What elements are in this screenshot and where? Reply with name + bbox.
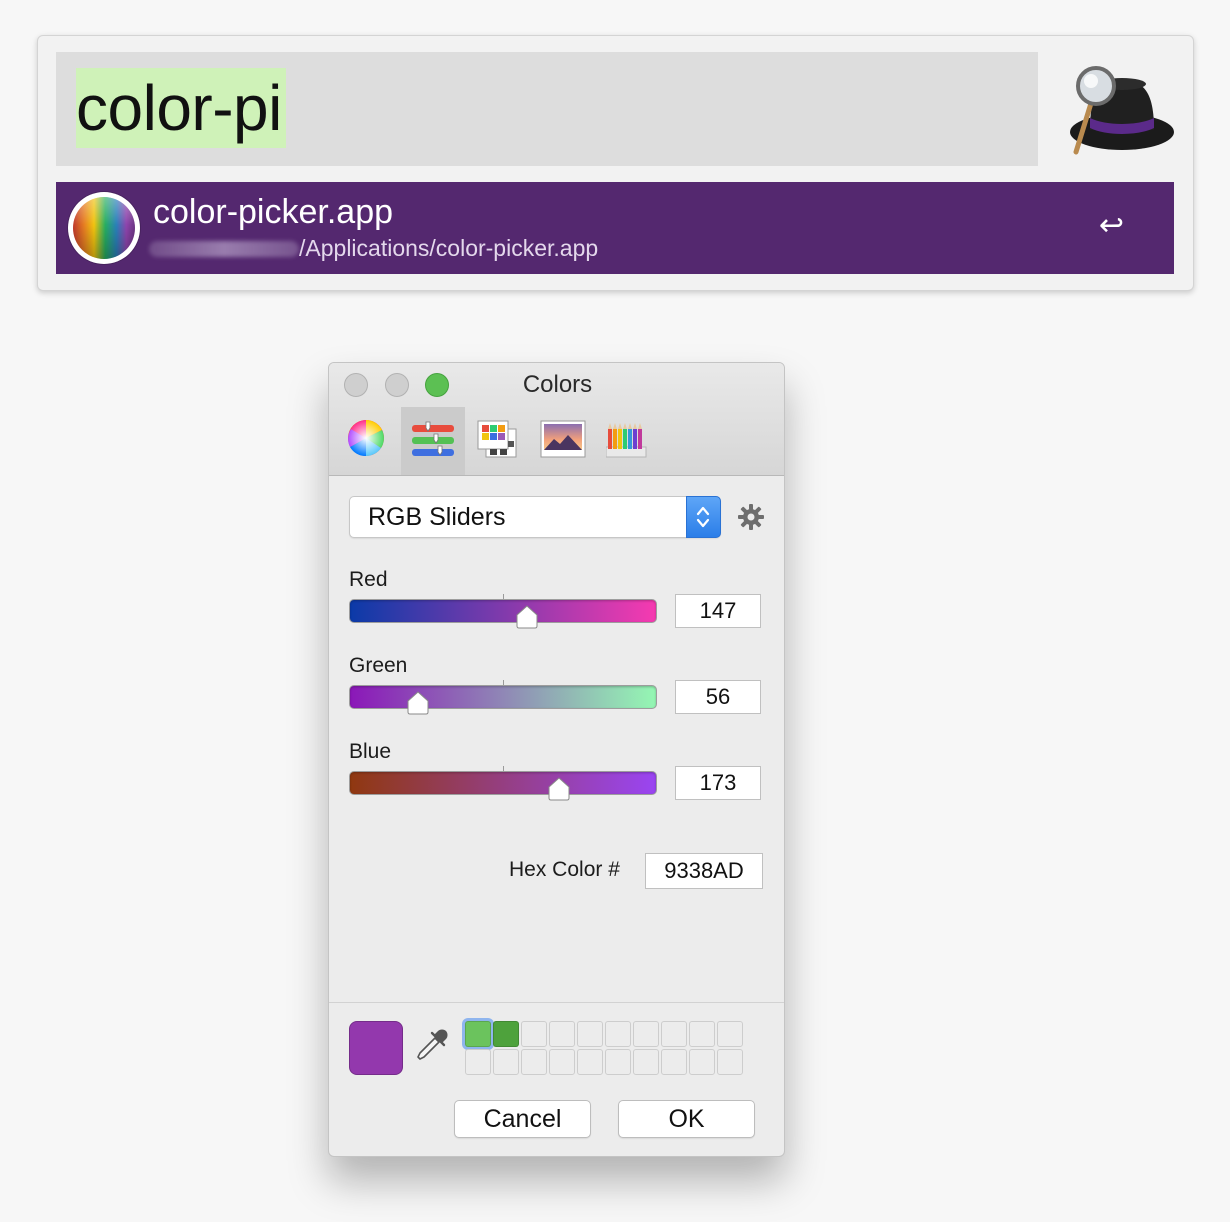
color-picker-app-icon (68, 192, 140, 264)
swatch-cell[interactable] (689, 1049, 715, 1075)
result-path: /Applications/color-picker.app (149, 234, 598, 262)
green-slider[interactable] (349, 680, 657, 715)
swatch-cell[interactable] (521, 1049, 547, 1075)
color-mode-popup[interactable]: RGB Sliders (349, 496, 721, 538)
tab-color-sliders[interactable] (401, 407, 465, 475)
blue-value-field[interactable]: 173 (675, 766, 761, 800)
swatch-cell[interactable] (577, 1021, 603, 1047)
blue-label: Blue (349, 740, 392, 763)
slider-knob[interactable] (514, 604, 540, 630)
hex-color-field[interactable]: 9338AD (645, 853, 763, 889)
swatch-cell[interactable] (493, 1021, 519, 1047)
redacted-path (149, 241, 299, 257)
swatch-cell[interactable] (633, 1021, 659, 1047)
color-wheel-icon (348, 420, 384, 457)
alfred-hat-logo-icon (1070, 66, 1174, 155)
result-path-text: /Applications/color-picker.app (299, 235, 599, 261)
hex-color-label: Hex Color # (509, 858, 620, 881)
window-title-text: Colors (522, 371, 593, 398)
swatch-cell[interactable] (465, 1021, 491, 1047)
window-title: Colors (329, 371, 784, 399)
slider-tick (503, 594, 504, 599)
swatch-cell[interactable] (465, 1049, 491, 1075)
eyedropper-icon[interactable] (416, 1027, 450, 1063)
title-bar: Colors (329, 363, 784, 476)
swatch-cell[interactable] (549, 1021, 575, 1047)
swatch-cell[interactable] (521, 1021, 547, 1047)
red-slider[interactable] (349, 594, 657, 629)
red-label: Red (349, 568, 388, 591)
swatch-cell[interactable] (661, 1049, 687, 1075)
swatch-cell[interactable] (661, 1021, 687, 1047)
slider-tick (503, 680, 504, 685)
tab-image-palettes[interactable] (529, 407, 593, 475)
swatch-cell[interactable] (605, 1049, 631, 1075)
search-field[interactable]: color-pi (56, 52, 1038, 166)
swatch-cell[interactable] (717, 1021, 743, 1047)
colors-panel: Colors RGB Sliders Red 147 Green 56 Blue… (328, 362, 785, 1157)
swatch-cell[interactable] (605, 1021, 631, 1047)
tab-color-wheel[interactable] (337, 407, 401, 475)
swatch-cell[interactable] (549, 1049, 575, 1075)
result-row[interactable]: color-picker.app /Applications/color-pic… (56, 182, 1174, 274)
pencils-icon (606, 423, 647, 458)
query-text[interactable]: color-pi (76, 68, 286, 148)
image-palettes-icon (540, 420, 586, 458)
favorite-swatches (465, 1021, 745, 1077)
alfred-window: color-pi color-picker.app /Applications/… (37, 35, 1194, 291)
swatch-cell[interactable] (717, 1049, 743, 1075)
tab-pencils[interactable] (595, 407, 659, 475)
return-key-icon: ↩ (1098, 209, 1124, 242)
chevron-up-down-icon (696, 506, 710, 528)
cancel-button[interactable]: Cancel (454, 1100, 591, 1138)
ok-button[interactable]: OK (618, 1100, 755, 1138)
swatch-cell[interactable] (577, 1049, 603, 1075)
popup-stepper[interactable] (686, 496, 721, 538)
color-mode-label: RGB Sliders (368, 503, 506, 531)
gear-icon[interactable] (737, 503, 765, 531)
current-color-well[interactable] (349, 1021, 403, 1075)
blue-slider[interactable] (349, 766, 657, 801)
swatch-cell[interactable] (689, 1021, 715, 1047)
red-value-field[interactable]: 147 (675, 594, 761, 628)
color-sliders-icon (412, 421, 454, 456)
tab-color-palettes[interactable] (465, 407, 529, 475)
swatch-cell[interactable] (633, 1049, 659, 1075)
slider-tick (503, 766, 504, 771)
color-palettes-icon (477, 420, 517, 458)
green-value-field[interactable]: 56 (675, 680, 761, 714)
divider (329, 1002, 784, 1003)
slider-knob[interactable] (405, 690, 431, 716)
swatch-cell[interactable] (493, 1049, 519, 1075)
green-label: Green (349, 654, 408, 677)
slider-knob[interactable] (546, 776, 572, 802)
result-title: color-picker.app (153, 193, 394, 231)
